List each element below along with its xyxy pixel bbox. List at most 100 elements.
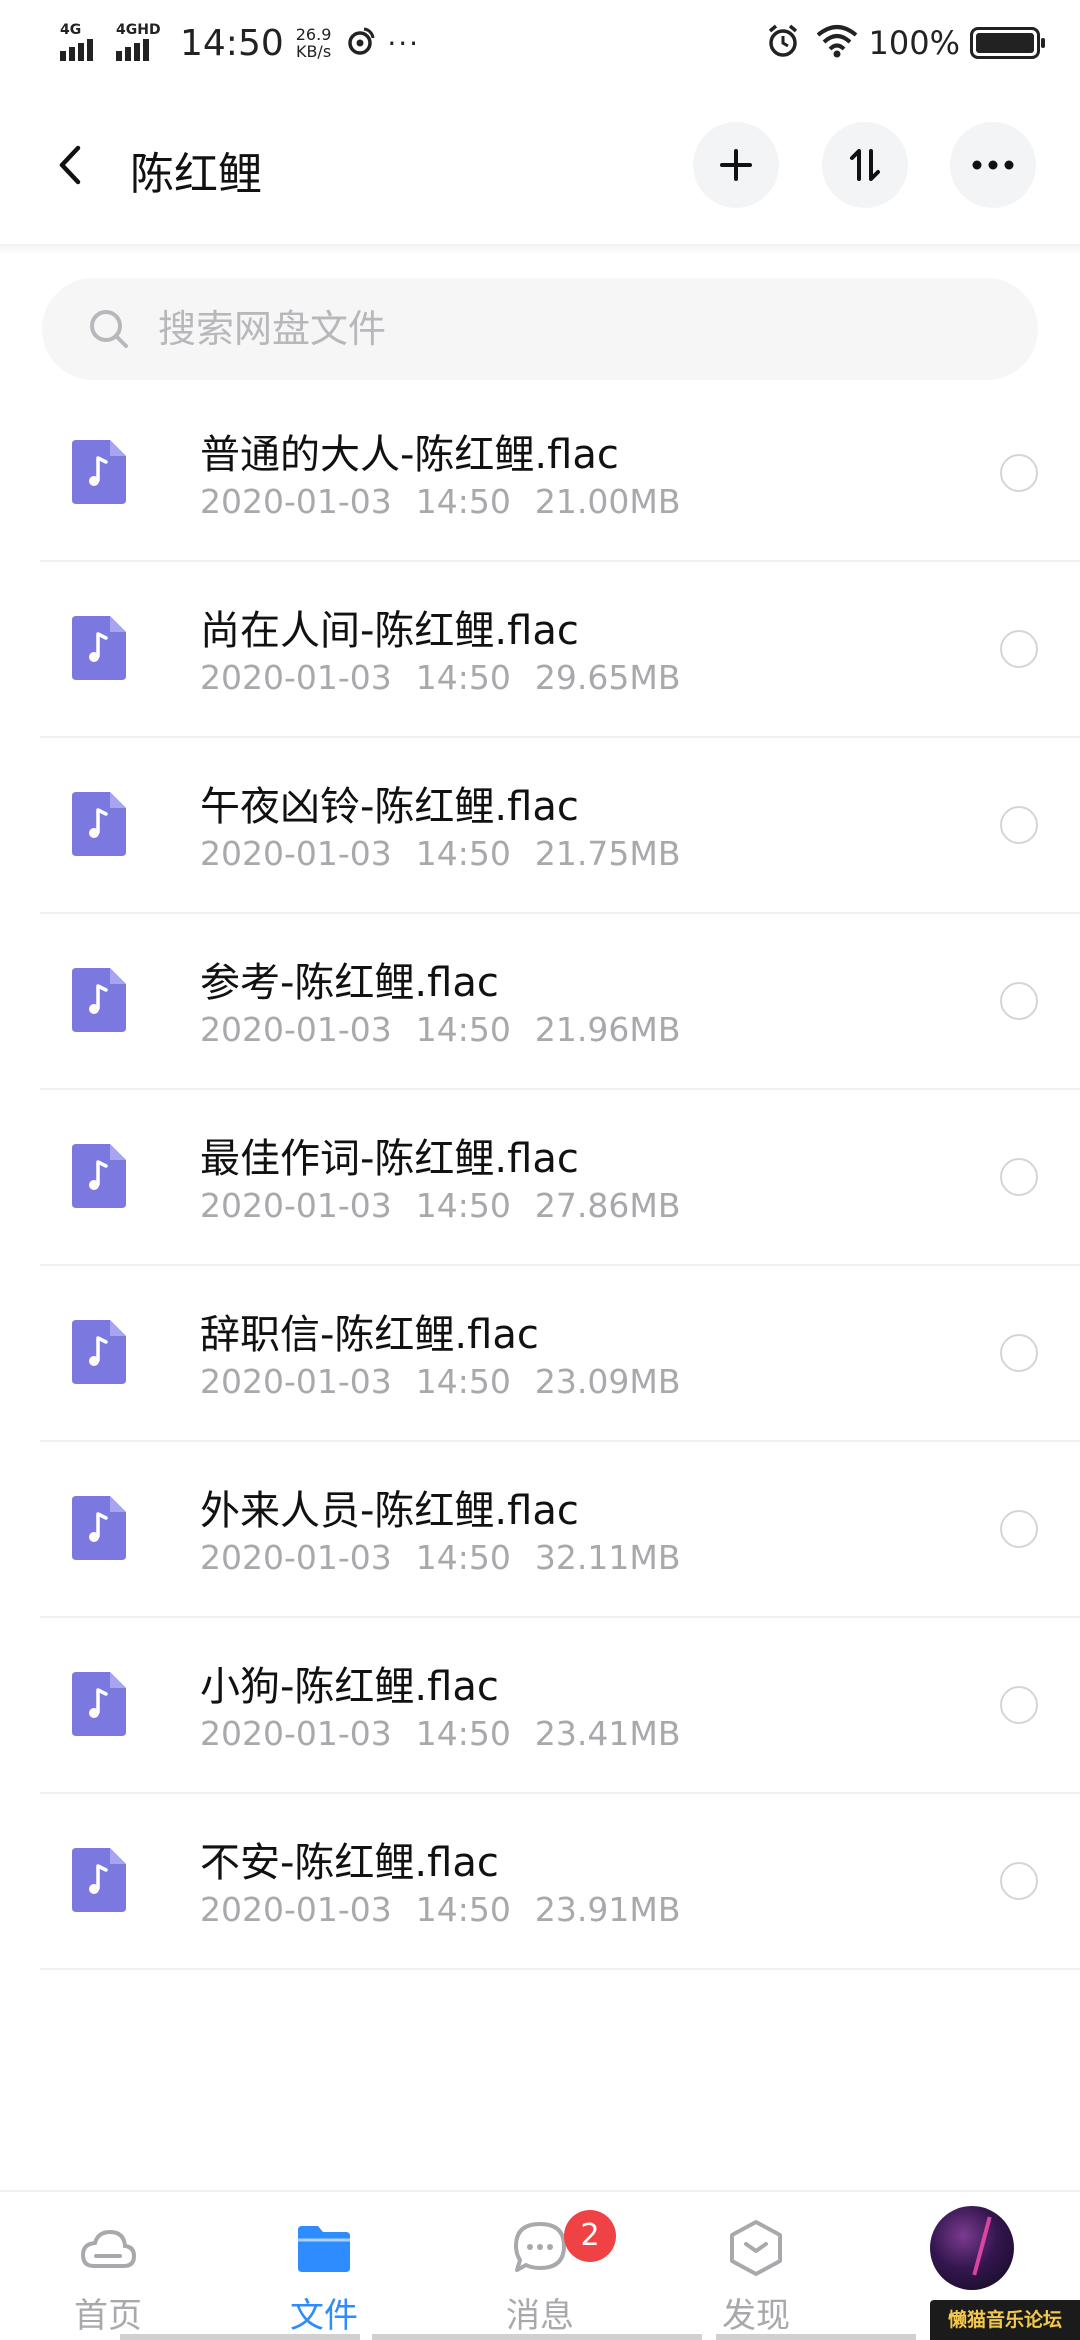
clock: 14:50 [180,22,284,64]
file-meta: 2020-01-03 14:50 27.86MB [200,1186,680,1225]
file-name: 不安-陈红鲤.flac [200,1840,499,1886]
message-count-badge: 2 [564,2210,616,2262]
status-bar: 4G 4GHD 14:50 26.9 KB/s ··· 100% [0,0,1080,90]
add-icon [720,149,752,181]
file-name: 午夜凶铃-陈红鲤.flac [200,784,579,830]
music-file-icon [72,1848,126,1912]
alarm-icon [765,23,801,63]
file-name: 辞职信-陈红鲤.flac [200,1312,539,1358]
status-right: 100% [765,18,1045,68]
music-file-icon [72,968,126,1032]
file-row[interactable]: 辞职信-陈红鲤.flac 2020-01-03 14:50 23.09MB [40,1266,1080,1442]
music-file-icon [72,616,126,680]
nav-messages[interactable]: 2 消息 [470,2192,616,2340]
sort-icon [850,149,880,181]
file-row[interactable]: 普通的大人-陈红鲤.flac 2020-01-03 14:50 21.00MB [40,386,1080,562]
file-meta: 2020-01-03 14:50 21.75MB [200,834,680,873]
file-date: 2020-01-03 [200,658,392,697]
select-checkbox[interactable] [1000,1510,1038,1548]
folder-icon [298,2226,350,2272]
speed-value: 26.9 [295,25,332,44]
network-speed: 26.9 KB/s [296,26,332,60]
file-time: 14:50 [415,1362,511,1401]
file-date: 2020-01-03 [200,1714,392,1753]
file-size: 29.65MB [534,658,681,697]
search-bar[interactable] [42,278,1038,380]
gesture-bar [716,2334,916,2340]
file-meta: 2020-01-03 14:50 23.41MB [200,1714,680,1753]
battery-icon [970,27,1045,59]
file-date: 2020-01-03 [200,834,392,873]
file-size: 23.41MB [534,1714,681,1753]
file-meta: 2020-01-03 14:50 23.91MB [200,1890,680,1929]
file-name: 小狗-陈红鲤.flac [200,1664,499,1710]
music-file-icon [72,792,126,856]
file-size: 21.75MB [534,834,681,873]
file-time: 14:50 [415,482,511,521]
file-date: 2020-01-03 [200,1186,392,1225]
battery-percent: 100% [868,24,960,62]
nav-messages-label: 消息 [506,2296,574,2336]
file-time: 14:50 [415,658,511,697]
select-checkbox[interactable] [1000,1334,1038,1372]
file-meta: 2020-01-03 14:50 23.09MB [200,1362,680,1401]
file-time: 14:50 [415,834,511,873]
wifi-icon [815,24,859,62]
file-list: 普通的大人-陈红鲤.flac 2020-01-03 14:50 21.00MB 尚在… [0,386,1080,1970]
file-name: 普通的大人-陈红鲤.flac [200,432,619,478]
file-size: 23.09MB [534,1362,681,1401]
forum-watermark: 懒猫音乐论坛 [930,2300,1080,2340]
nav-home-label: 首页 [74,2296,142,2336]
nav-home[interactable]: 首页 [38,2192,178,2340]
more-button[interactable] [950,122,1036,208]
file-size: 21.96MB [534,1010,681,1049]
select-checkbox[interactable] [1000,982,1038,1020]
more-icon [972,160,1014,170]
file-date: 2020-01-03 [200,1010,392,1049]
file-row[interactable]: 参考-陈红鲤.flac 2020-01-03 14:50 21.96MB [40,914,1080,1090]
chat-bubble-icon [514,2222,566,2272]
nav-discover[interactable]: 发现 [686,2192,826,2340]
file-name: 外来人员-陈红鲤.flac [200,1488,579,1534]
back-button[interactable] [50,140,90,190]
weibo-icon [343,24,377,62]
music-file-icon [72,1496,126,1560]
signal-icon: 4GHD [114,23,164,63]
file-size: 21.00MB [534,482,681,521]
nav-files-label: 文件 [290,2296,358,2336]
file-meta: 2020-01-03 14:50 32.11MB [200,1538,680,1577]
gesture-bar [372,2334,702,2340]
select-checkbox[interactable] [1000,806,1038,844]
file-time: 14:50 [415,1714,511,1753]
discover-icon [730,2220,782,2276]
sort-button[interactable] [822,122,908,208]
file-row[interactable]: 外来人员-陈红鲤.flac 2020-01-03 14:50 32.11MB [40,1442,1080,1618]
file-meta: 2020-01-03 14:50 21.96MB [200,1010,680,1049]
avatar[interactable] [930,2206,1014,2290]
file-row[interactable]: 小狗-陈红鲤.flac 2020-01-03 14:50 23.41MB [40,1618,1080,1794]
select-checkbox[interactable] [1000,1686,1038,1724]
music-file-icon [72,1320,126,1384]
file-time: 14:50 [415,1010,511,1049]
select-checkbox[interactable] [1000,1862,1038,1900]
file-size: 27.86MB [534,1186,681,1225]
file-time: 14:50 [415,1890,511,1929]
file-row[interactable]: 不安-陈红鲤.flac 2020-01-03 14:50 23.91MB [40,1794,1080,1970]
select-checkbox[interactable] [1000,630,1038,668]
select-checkbox[interactable] [1000,1158,1038,1196]
file-row[interactable]: 尚在人间-陈红鲤.flac 2020-01-03 14:50 29.65MB [40,562,1080,738]
speed-unit: KB/s [295,42,332,61]
nav-files[interactable]: 文件 [254,2192,394,2340]
file-date: 2020-01-03 [200,1538,392,1577]
file-meta: 2020-01-03 14:50 21.00MB [200,482,680,521]
add-button[interactable] [693,122,779,208]
header-divider [0,244,1080,254]
file-row[interactable]: 最佳作词-陈红鲤.flac 2020-01-03 14:50 27.86MB [40,1090,1080,1266]
file-name: 参考-陈红鲤.flac [200,960,499,1006]
file-time: 14:50 [415,1538,511,1577]
file-row[interactable]: 午夜凶铃-陈红鲤.flac 2020-01-03 14:50 21.75MB [40,738,1080,914]
select-checkbox[interactable] [1000,454,1038,492]
cloud-icon [80,2229,137,2268]
search-input[interactable] [158,300,978,358]
file-date: 2020-01-03 [200,1890,392,1929]
